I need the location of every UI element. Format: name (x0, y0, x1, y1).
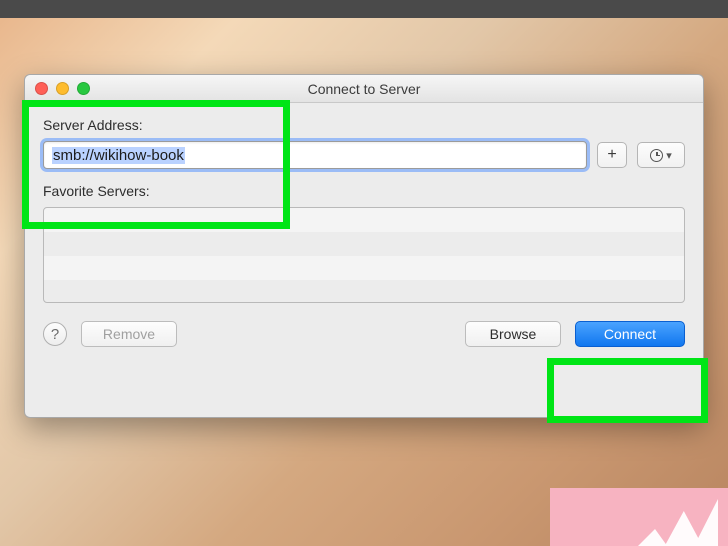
server-address-row: smb://wikihow-book + ▾ (43, 141, 685, 169)
browse-button[interactable]: Browse (465, 321, 561, 347)
traffic-lights (35, 82, 90, 95)
watermark-banner (550, 488, 728, 546)
favorite-servers-list[interactable] (43, 207, 685, 303)
favorite-servers-label: Favorite Servers: (43, 183, 685, 199)
dialog-button-row: ? Remove Browse Connect (43, 321, 685, 347)
window-title: Connect to Server (308, 81, 421, 97)
chevron-down-icon: ▾ (666, 149, 672, 162)
menubar-strip (0, 0, 728, 18)
remove-button: Remove (81, 321, 177, 347)
server-address-value: smb://wikihow-book (52, 147, 185, 164)
plus-icon: + (607, 146, 616, 164)
minimize-icon[interactable] (56, 82, 69, 95)
help-button[interactable]: ? (43, 322, 67, 346)
help-icon: ? (51, 326, 59, 343)
add-favorite-button[interactable]: + (597, 142, 627, 168)
history-menu-button[interactable]: ▾ (637, 142, 685, 168)
window-titlebar[interactable]: Connect to Server (25, 75, 703, 103)
server-address-label: Server Address: (43, 117, 685, 133)
server-address-input[interactable]: smb://wikihow-book (43, 141, 587, 169)
clock-icon (650, 149, 663, 162)
zoom-icon[interactable] (77, 82, 90, 95)
window-content: Server Address: smb://wikihow-book + ▾ F… (25, 103, 703, 359)
connect-button[interactable]: Connect (575, 321, 685, 347)
connect-to-server-window: Connect to Server Server Address: smb://… (24, 74, 704, 418)
close-icon[interactable] (35, 82, 48, 95)
